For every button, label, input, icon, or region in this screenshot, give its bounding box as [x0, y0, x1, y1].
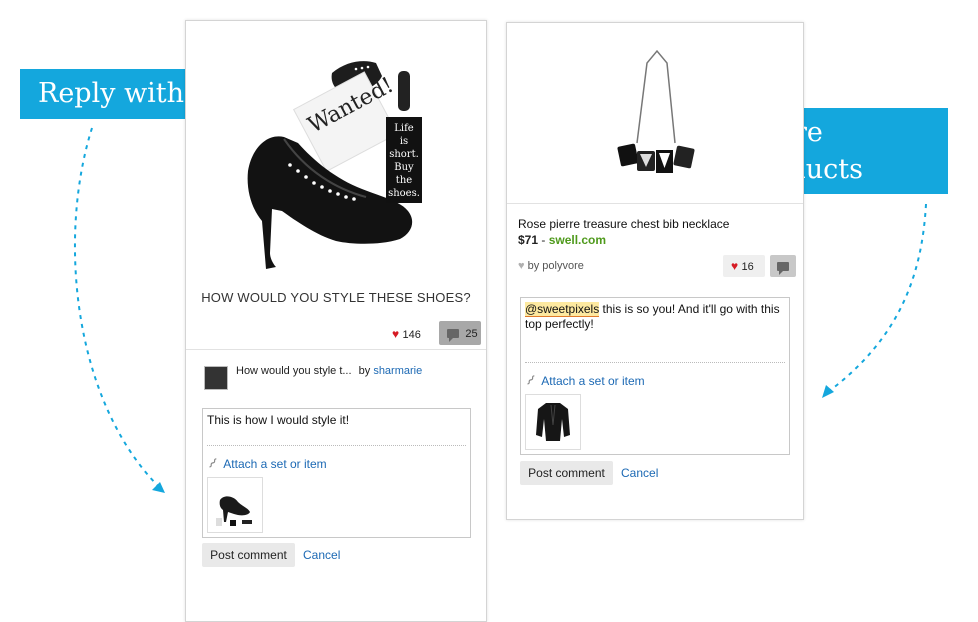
paperclip-icon: ⌇ [204, 454, 221, 472]
by-polyvore: ♥ by polyvore [518, 260, 584, 272]
attach-set-link[interactable]: ⌇ Attach a set or item [523, 372, 645, 390]
dotted-divider [525, 362, 785, 363]
by-polyvore-text[interactable]: by polyvore [528, 260, 584, 272]
author-link[interactable]: sharmarie [373, 365, 422, 377]
product-title[interactable]: Rose pierre treasure chest bib necklace [518, 217, 729, 231]
mention-tag[interactable]: @sweetpixels [525, 302, 600, 317]
small-heart-icon: ♥ [518, 260, 525, 272]
set-question-title[interactable]: HOW WOULD YOU STYLE THESE SHOES? [186, 290, 486, 305]
post-comment-button[interactable]: Post comment [202, 543, 295, 567]
thread-title[interactable]: How would you style t... [236, 365, 352, 377]
cancel-link[interactable]: Cancel [621, 466, 658, 480]
like-count: 16 [741, 261, 754, 273]
necklace-image[interactable] [507, 23, 803, 203]
dotted-divider [207, 445, 466, 446]
callout-text: Reply with a set [38, 78, 209, 159]
comment-count-button[interactable]: 25 [439, 321, 481, 345]
quote-line-4: Buy [394, 162, 414, 173]
attached-item-thumbnail[interactable] [525, 394, 581, 450]
comment-count: 25 [465, 328, 478, 340]
attached-item-image [536, 403, 570, 441]
thumb-item [216, 518, 222, 526]
comment-text: @sweetpixels this is so you! And it'll g… [525, 302, 783, 332]
comment-button[interactable] [770, 255, 796, 277]
quote-line-1: Life [394, 123, 414, 134]
heart-icon: ♥ [392, 327, 400, 341]
product-price: $71 [518, 233, 539, 247]
right-arrow-head [822, 385, 834, 398]
heart-icon: ♥ [731, 259, 739, 273]
quote-line-3: short. [389, 149, 419, 160]
small-shoe-side [398, 71, 410, 111]
attach-label: Attach a set or item [223, 457, 327, 471]
product-price-row: $71 - swell.com [518, 233, 606, 247]
comment-bubble-icon [777, 262, 789, 275]
cancel-link[interactable]: Cancel [303, 548, 340, 562]
thread-thumbnail[interactable] [204, 366, 228, 390]
thread-info: How would you style t... by sharmarie [236, 365, 422, 377]
necklace-chain [636, 49, 676, 144]
right-product-card: Rose pierre treasure chest bib necklace … [506, 22, 804, 520]
left-set-card: Wanted! Life is short. Buy the shoes. HO… [185, 20, 487, 622]
attached-set-image [216, 496, 252, 526]
attach-label: Attach a set or item [541, 374, 645, 388]
like-button[interactable]: ♥ 16 [723, 255, 765, 277]
price-separator: - [538, 233, 549, 247]
quote-line-2: is [400, 136, 408, 147]
attach-set-link[interactable]: ⌇ Attach a set or item [205, 455, 327, 473]
right-arrow-path [827, 203, 927, 393]
like-button[interactable]: ♥ 146 [392, 323, 434, 345]
comment-input[interactable]: This is how I would style it! ⌇ Attach a… [202, 408, 471, 538]
comment-input[interactable]: @sweetpixels this is so you! And it'll g… [520, 297, 790, 455]
comment-text: This is how I would style it! [207, 413, 350, 427]
quote-line-6: shoes. [388, 188, 420, 199]
shoe-set-image[interactable]: Wanted! Life is short. Buy the shoes. [186, 21, 486, 281]
divider [186, 349, 486, 350]
store-link[interactable]: swell.com [549, 233, 606, 247]
thumb-shoe [219, 496, 250, 522]
comment-bubble-icon [447, 329, 459, 342]
necklace-pendants [617, 143, 695, 173]
like-count: 146 [402, 329, 421, 341]
pendant [617, 143, 639, 167]
attached-set-thumbnail[interactable] [207, 477, 263, 533]
paperclip-icon: ⌇ [522, 371, 539, 389]
by-label: by [358, 365, 371, 377]
left-arrow-path [73, 127, 161, 489]
left-arrow-head [152, 482, 165, 493]
post-comment-button[interactable]: Post comment [520, 461, 613, 485]
pendant [673, 145, 695, 169]
thumb-item [242, 520, 252, 524]
divider [507, 203, 803, 204]
thumb-item [230, 520, 236, 526]
quote-line-5: the [396, 175, 412, 186]
